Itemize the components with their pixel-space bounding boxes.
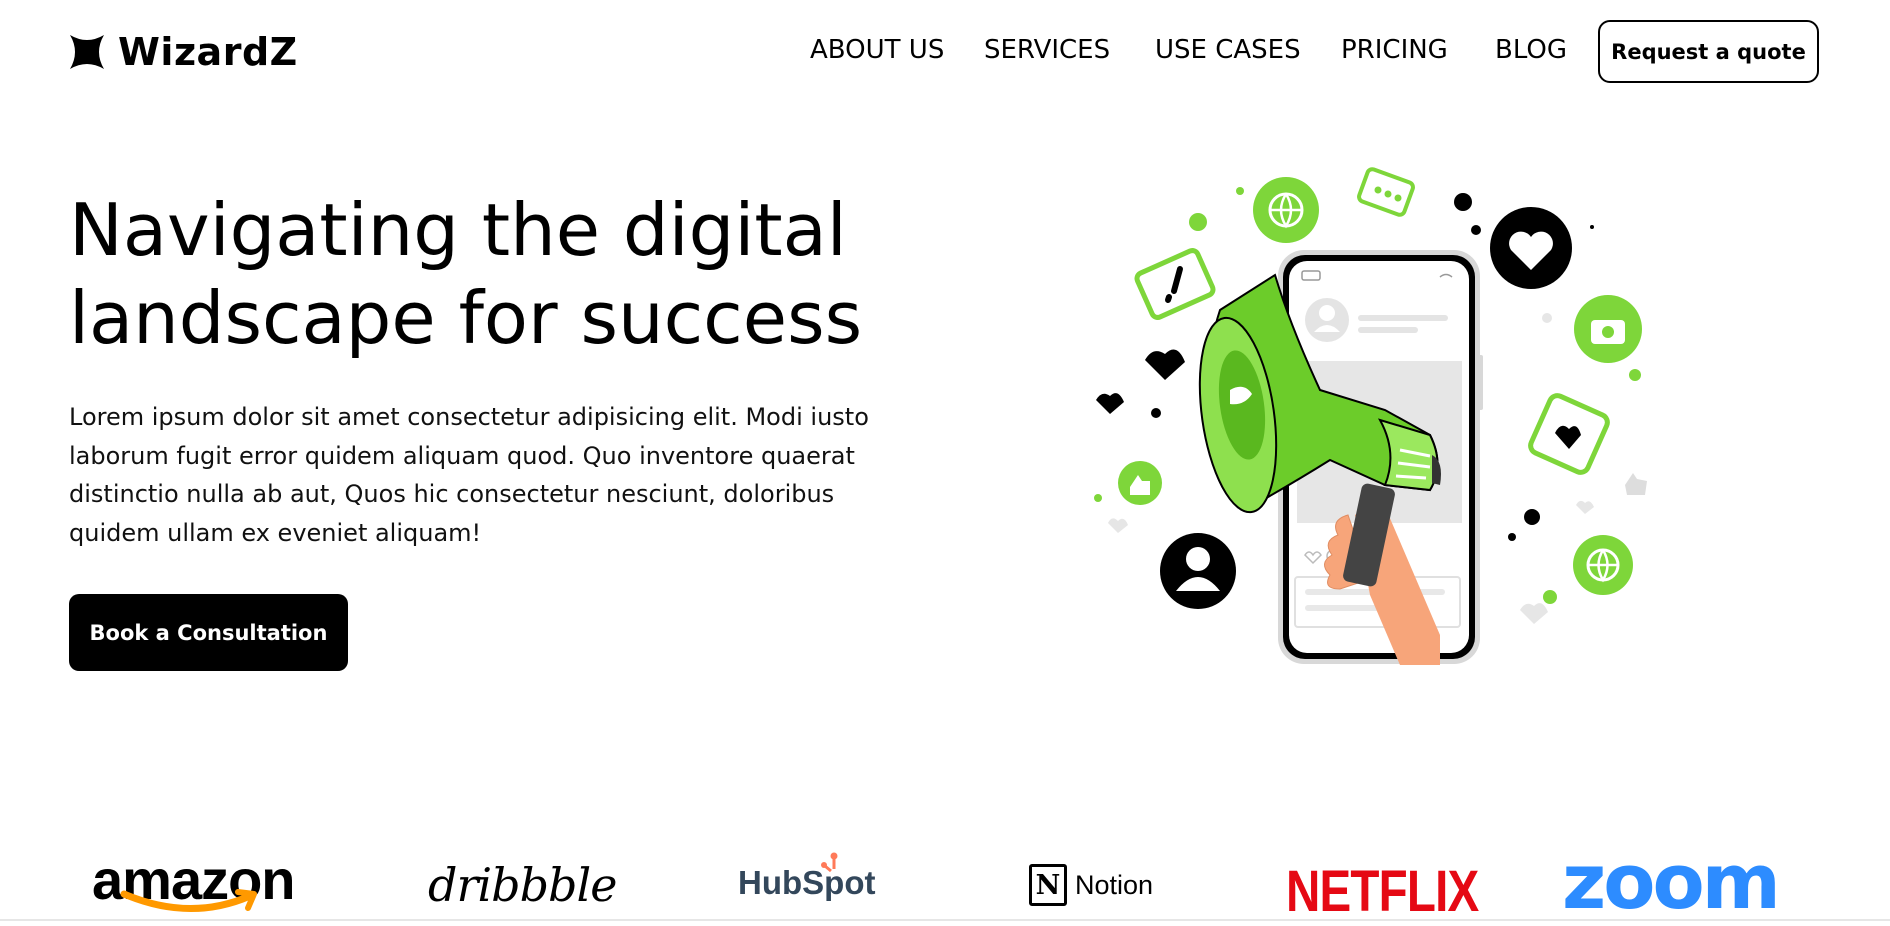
logo-text: WizardZ	[118, 30, 298, 74]
nav-about-us[interactable]: ABOUT US	[810, 35, 944, 65]
brand-notion: N Notion	[1029, 864, 1153, 906]
brand-amazon: amazon	[92, 840, 295, 920]
brand-netflix-text: NETFLIX	[1286, 859, 1479, 924]
hero-title-line-1: Navigating the digital	[69, 188, 847, 272]
megaphone-phone-illustration	[1094, 167, 1647, 665]
brand-zoom: zoom	[1562, 837, 1781, 926]
brand-hubspot-text: HubSpot	[738, 864, 876, 901]
brand-logos: amazon dribbble HubSpot N Notion NETFLIX…	[0, 837, 1890, 926]
four-point-star-icon	[70, 35, 104, 69]
brand-dribbble: dribbble	[428, 858, 617, 912]
nav-use-cases[interactable]: USE CASES	[1155, 35, 1301, 65]
hubspot-sprocket-icon	[821, 852, 838, 873]
nav-blog[interactable]: BLOG	[1495, 35, 1567, 65]
brand-hubspot: HubSpot	[738, 852, 876, 902]
nav-services[interactable]: SERVICES	[984, 35, 1110, 65]
nav-pricing[interactable]: PRICING	[1341, 35, 1448, 65]
brand-zoom-text: zoom	[1562, 837, 1781, 926]
hero-description: Lorem ipsum dolor sit amet consectetur a…	[69, 403, 869, 547]
book-consultation-button[interactable]: Book a Consultation	[69, 594, 348, 671]
brand-notion-text: Notion	[1075, 869, 1154, 900]
brand-dribbble-text: dribbble	[428, 858, 617, 912]
hero-title-line-2: landscape for success	[69, 276, 863, 360]
brand-netflix: NETFLIX	[1286, 858, 1521, 925]
amazon-smile-icon	[120, 889, 257, 912]
notion-icon: N	[1029, 864, 1067, 906]
logo[interactable]: WizardZ	[70, 30, 298, 74]
hero-title: Navigating the digital landscape for suc…	[69, 186, 969, 362]
request-quote-button[interactable]: Request a quote	[1598, 20, 1819, 83]
